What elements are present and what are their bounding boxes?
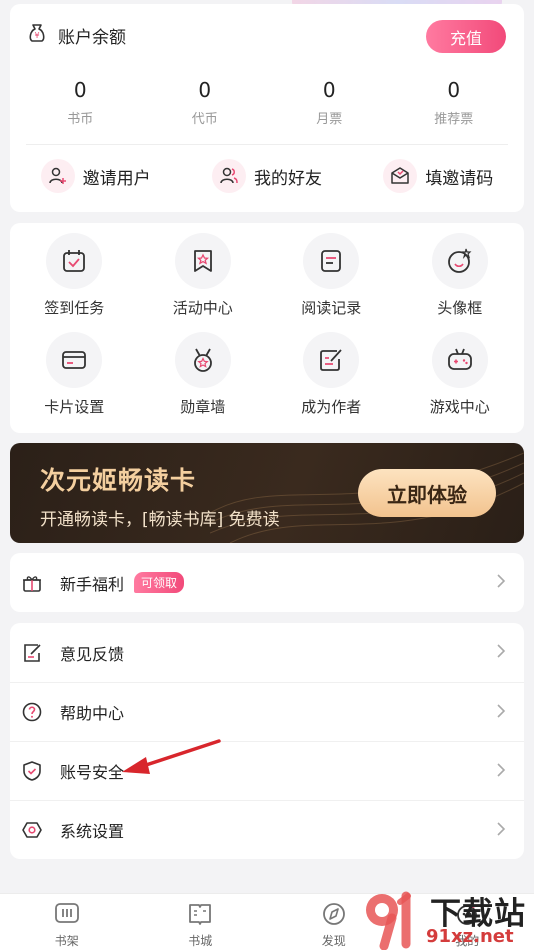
stat-label: 月票 xyxy=(316,112,343,127)
bookmark-star-icon xyxy=(174,233,231,289)
watermark: 下载站 91xz.net xyxy=(362,888,534,950)
feature-checkin-tasks[interactable]: 签到任务 xyxy=(10,233,139,318)
stat-value: 0 xyxy=(73,78,87,102)
chevron-right-icon xyxy=(496,573,506,593)
document-icon xyxy=(303,233,360,289)
account-header: ¥ 账户余额 xyxy=(26,22,126,48)
chevron-right-icon xyxy=(496,762,506,782)
invite-actions: 邀请用户 我的好友 填邀请码 xyxy=(10,159,524,193)
vip-reading-card-banner[interactable]: 次元姬畅读卡 开通畅读卡，[畅读书库] 免费读 立即体验 xyxy=(10,443,524,543)
balance-stats: 0 书币 0 代币 0 月票 0 推荐票 xyxy=(18,78,516,127)
menu-item-label: 帮助中心 xyxy=(60,704,125,723)
chevron-right-icon xyxy=(496,821,506,841)
menu-item-label: 意见反馈 xyxy=(60,644,125,664)
feature-medal-wall[interactable]: 勋章墙 xyxy=(139,332,268,417)
feedback-icon xyxy=(20,641,44,665)
feature-reading-history[interactable]: 阅读记录 xyxy=(267,233,396,318)
enter-invite-code-label: 填邀请码 xyxy=(425,168,494,189)
feature-card-settings[interactable]: 卡片设置 xyxy=(10,332,139,417)
account-card: ¥ 账户余额 充值 0 书币 0 代币 0 月票 0 推荐票 邀请用户 我的好友… xyxy=(10,4,524,212)
feature-label: 阅读记录 xyxy=(301,299,362,317)
tab-label: 书架 xyxy=(54,934,79,948)
my-friends-button[interactable]: 我的好友 xyxy=(211,159,322,193)
feature-event-center[interactable]: 活动中心 xyxy=(139,233,268,318)
menu-item-label: 账号安全 xyxy=(60,763,125,782)
feature-become-author[interactable]: 成为作者 xyxy=(267,332,396,417)
try-now-button[interactable]: 立即体验 xyxy=(358,469,496,517)
menu-item-label: 系统设置 xyxy=(60,822,125,841)
shield-icon xyxy=(20,759,44,783)
settings-menu-card: 意见反馈 帮助中心 账号安全 系统设置 xyxy=(10,623,524,859)
watermark-logo-icon xyxy=(366,891,411,950)
feature-label: 成为作者 xyxy=(301,398,362,416)
book-store-icon xyxy=(187,902,213,930)
feature-label: 签到任务 xyxy=(44,299,105,317)
stat-label: 代币 xyxy=(191,112,218,127)
menu-item-account-security[interactable]: 账号安全 xyxy=(10,741,524,800)
account-balance-title: 账户余额 xyxy=(58,27,126,48)
bookshelf-icon xyxy=(54,902,80,930)
card-icon xyxy=(46,332,103,388)
enter-invite-code-button[interactable]: 填邀请码 xyxy=(383,159,493,193)
menu-item-system-settings[interactable]: 系统设置 xyxy=(10,800,524,859)
chevron-right-icon xyxy=(496,643,506,663)
gamepad-icon xyxy=(431,332,488,388)
envelope-icon xyxy=(383,159,418,193)
compass-icon xyxy=(321,902,347,930)
recharge-button[interactable]: 充值 xyxy=(426,20,506,53)
feature-game-center[interactable]: 游戏中心 xyxy=(396,332,525,417)
stat-book-coins[interactable]: 0 书币 xyxy=(18,78,143,127)
gift-icon xyxy=(20,571,44,595)
stat-value: 0 xyxy=(447,78,461,102)
invite-user-button[interactable]: 邀请用户 xyxy=(40,159,151,193)
watermark-url: 91xz.net xyxy=(426,926,514,947)
add-user-icon xyxy=(40,159,75,193)
feature-label: 活动中心 xyxy=(172,299,233,317)
tab-book-store[interactable]: 书城 xyxy=(134,894,268,950)
stat-value: 0 xyxy=(322,78,336,102)
newbie-benefits-row[interactable]: 新手福利 可领取 xyxy=(10,553,524,612)
calendar-check-icon xyxy=(46,233,103,289)
chevron-right-icon xyxy=(496,703,506,723)
settings-icon xyxy=(20,818,44,842)
feature-label: 勋章墙 xyxy=(180,398,226,416)
feature-label: 游戏中心 xyxy=(429,398,490,416)
stat-label: 推荐票 xyxy=(434,112,474,127)
menu-item-feedback[interactable]: 意见反馈 xyxy=(10,623,524,682)
feature-label: 头像框 xyxy=(437,299,483,317)
feature-grid-card: 签到任务 活动中心 阅读记录 头像框 卡片设置 勋章墙 成为作者 游戏中心 xyxy=(10,223,524,433)
tab-bookshelf[interactable]: 书架 xyxy=(0,894,134,950)
claimable-badge: 可领取 xyxy=(134,572,185,593)
pen-edit-icon xyxy=(303,332,360,388)
tab-label: 书城 xyxy=(188,934,213,948)
avatar-frame-icon xyxy=(431,233,488,289)
money-bag-icon: ¥ xyxy=(26,22,48,48)
svg-text:¥: ¥ xyxy=(34,31,39,40)
stat-value: 0 xyxy=(198,78,212,102)
friends-icon xyxy=(211,159,246,193)
stat-recommend-tickets[interactable]: 0 推荐票 xyxy=(392,78,517,127)
newbie-benefits-label: 新手福利 xyxy=(60,574,125,594)
divider xyxy=(26,144,508,145)
stat-label: 书币 xyxy=(67,112,94,127)
feature-label: 卡片设置 xyxy=(44,398,105,416)
stat-monthly-tickets[interactable]: 0 月票 xyxy=(267,78,392,127)
help-icon xyxy=(20,700,44,724)
menu-item-help-center[interactable]: 帮助中心 xyxy=(10,682,524,741)
vip-subtitle: 开通畅读卡，[畅读书库] 免费读 xyxy=(40,510,280,530)
tab-label: 发现 xyxy=(321,934,346,948)
feature-grid: 签到任务 活动中心 阅读记录 头像框 卡片设置 勋章墙 成为作者 游戏中心 xyxy=(10,233,524,417)
vip-title: 次元姬畅读卡 xyxy=(40,466,197,495)
invite-user-label: 邀请用户 xyxy=(82,168,151,189)
stat-tokens[interactable]: 0 代币 xyxy=(143,78,268,127)
my-friends-label: 我的好友 xyxy=(253,168,322,189)
newbie-card: 新手福利 可领取 xyxy=(10,553,524,612)
medal-icon xyxy=(174,332,231,388)
feature-avatar-frame[interactable]: 头像框 xyxy=(396,233,525,318)
